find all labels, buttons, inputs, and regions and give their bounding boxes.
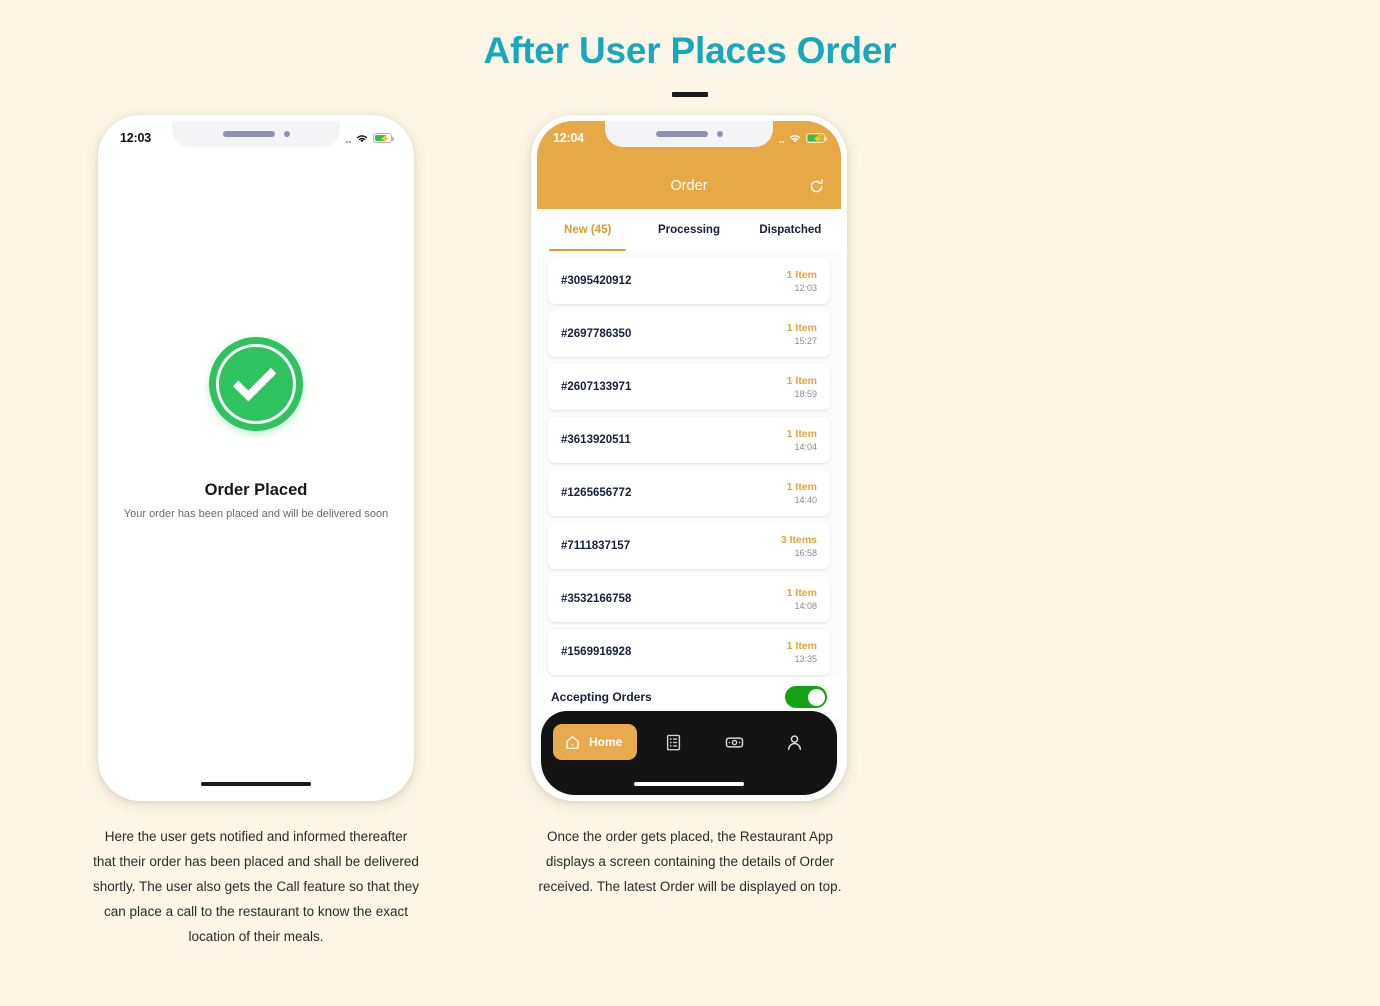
wifi-icon: [789, 134, 801, 142]
order-list-item[interactable]: #1569916928 1 Item 13:35: [548, 629, 830, 675]
order-item-count: 1 Item: [786, 268, 817, 281]
order-list[interactable]: #3095420912 1 Item 12:03 #2697786350 1 I…: [537, 251, 841, 677]
order-item-count: 1 Item: [786, 586, 817, 599]
order-time: 14:04: [794, 441, 817, 452]
status-bar-time: 12:03: [120, 131, 151, 145]
order-time: 14:08: [794, 600, 817, 611]
status-bar-right: 12:04 ⚡: [537, 121, 841, 155]
signal-dots-icon: [345, 134, 351, 143]
order-item-count: 1 Item: [786, 480, 817, 493]
title-underline-rule: [672, 92, 708, 97]
status-bar-icons: ⚡: [778, 133, 827, 144]
tab-dispatched-label: Dispatched: [759, 224, 822, 236]
order-time: 13:35: [794, 653, 817, 664]
order-list-item[interactable]: #2607133971 1 Item 18:59: [548, 364, 830, 410]
phone-right-screen: Order 12:04 ⚡ New (45) Processing Dispat…: [537, 121, 841, 795]
toggle-knob: [807, 688, 825, 706]
notch-speaker: [222, 131, 275, 137]
check-circle-icon: [209, 337, 303, 431]
status-bar-time: 12:04: [553, 131, 584, 145]
order-meta: 1 Item 15:27: [787, 322, 817, 347]
order-list-item[interactable]: #2697786350 1 Item 15:27: [548, 311, 830, 357]
tab-processing[interactable]: Processing: [638, 209, 739, 251]
order-time: 12:03: [794, 282, 817, 293]
nav-item-home-label: Home: [589, 735, 623, 749]
order-id: #1569916928: [561, 646, 632, 658]
cash-banknote-icon: [725, 736, 743, 748]
person-icon: [788, 734, 802, 750]
order-id: #2607133971: [561, 381, 632, 393]
order-placed-subtitle: Your order has been placed and will be d…: [123, 508, 389, 520]
order-placed-title: Order Placed: [204, 481, 308, 499]
order-list-item[interactable]: #7111837157 3 Items 16:58: [548, 523, 830, 569]
refresh-icon[interactable]: [805, 175, 827, 197]
order-item-count: 1 Item: [786, 321, 817, 334]
nav-item-profile[interactable]: [764, 724, 825, 760]
tab-processing-label: Processing: [657, 224, 720, 236]
order-item-count: 1 Item: [786, 639, 817, 652]
notch-camera: [283, 131, 290, 137]
order-list-item[interactable]: #3532166758 1 Item 14:08: [548, 576, 830, 622]
order-item-count: 1 Item: [786, 374, 817, 387]
order-list-item[interactable]: #1265656772 1 Item 14:40: [548, 470, 830, 516]
phone-left-screen: 12:03 ⚡ Order Placed Your order has been…: [104, 121, 408, 795]
wifi-icon: [356, 134, 368, 142]
caption-right: Once the order gets placed, the Restaura…: [538, 829, 842, 894]
signal-dots-icon: [778, 134, 784, 143]
tab-dispatched[interactable]: Dispatched: [740, 209, 841, 251]
battery-charging-icon: ⚡: [806, 133, 827, 144]
order-placed-panel: Order Placed Your order has been placed …: [104, 121, 408, 795]
order-meta: 1 Item 14:08: [787, 587, 817, 612]
order-id: #2697786350: [561, 328, 632, 340]
order-id: #3532166758: [561, 593, 632, 605]
nav-item-home[interactable]: Home: [553, 724, 638, 760]
order-meta: 1 Item 12:03: [787, 269, 817, 294]
order-id: #3613920511: [561, 434, 631, 446]
phone-mockup-left: 12:03 ⚡ Order Placed Your order has been…: [98, 115, 414, 801]
page-title: After User Places Order: [483, 30, 897, 71]
page-root: After User Places Order 12:03 ⚡ Order Pl…: [0, 0, 1380, 1006]
order-id: #7111837157: [561, 540, 631, 552]
battery-charging-icon: ⚡: [373, 133, 394, 144]
receipt-list-icon: [667, 734, 681, 750]
order-item-count: 3 Items: [780, 533, 817, 546]
order-meta: 1 Item 14:04: [787, 428, 817, 453]
order-list-item[interactable]: #3095420912 1 Item 12:03: [548, 258, 830, 304]
app-header-title: Order: [670, 178, 708, 194]
order-time: 15:27: [794, 335, 817, 346]
status-bar-icons: ⚡: [345, 133, 394, 144]
home-icon: [566, 735, 579, 749]
order-time: 14:40: [794, 494, 817, 505]
app-header-bar: Order: [537, 163, 841, 209]
order-id: #1265656772: [561, 487, 632, 499]
order-meta: 3 Items 16:58: [781, 534, 817, 559]
order-id: #3095420912: [561, 275, 632, 287]
phone-mockup-right: Order 12:04 ⚡ New (45) Processing Dispat…: [531, 115, 847, 801]
order-meta: 1 Item 14:40: [787, 481, 817, 506]
accepting-orders-label: Accepting Orders: [551, 690, 652, 704]
accepting-orders-toggle[interactable]: [785, 686, 827, 708]
nav-item-payments[interactable]: [704, 724, 765, 760]
order-time: 16:58: [794, 547, 817, 558]
order-item-count: 1 Item: [786, 427, 817, 440]
order-meta: 1 Item 18:59: [787, 375, 817, 400]
caption-left: Here the user gets notified and informed…: [93, 829, 419, 944]
order-tabs: New (45) Processing Dispatched: [537, 209, 841, 251]
order-time: 18:59: [794, 388, 817, 399]
home-indicator-right[interactable]: [634, 782, 744, 786]
phone-notch: [172, 121, 340, 147]
order-meta: 1 Item 13:35: [787, 640, 817, 665]
tab-new-label: New (45): [564, 224, 612, 236]
home-indicator-left[interactable]: [201, 782, 311, 786]
order-list-item[interactable]: #3613920511 1 Item 14:04: [548, 417, 830, 463]
nav-item-orders[interactable]: [643, 724, 704, 760]
tab-new[interactable]: New (45): [537, 209, 638, 251]
